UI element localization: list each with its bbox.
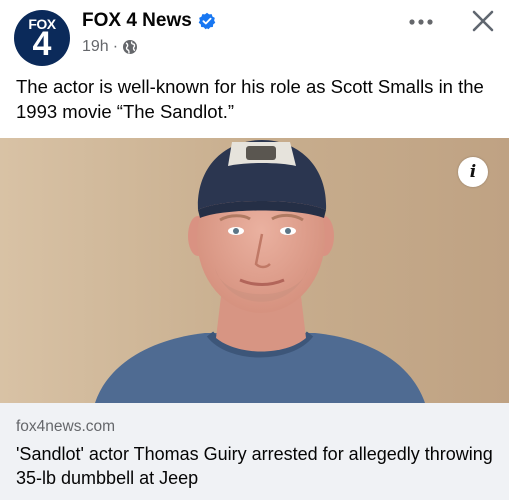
- more-options-button[interactable]: [403, 8, 439, 36]
- verified-badge-icon: [198, 12, 216, 30]
- info-button[interactable]: i: [458, 157, 488, 187]
- page-name-row: FOX 4 News: [82, 10, 216, 32]
- link-preview[interactable]: fox4news.com 'Sandlot' actor Thomas Guir…: [0, 403, 509, 500]
- post-header: FOX 4 FOX 4 News 19h ·: [0, 0, 509, 70]
- avatar-logo-number: 4: [32, 25, 52, 63]
- post-time[interactable]: 19h: [82, 38, 109, 56]
- close-button[interactable]: [466, 4, 500, 38]
- post-photo[interactable]: [0, 138, 509, 403]
- link-domain: fox4news.com: [16, 418, 116, 435]
- meta-separator: ·: [112, 38, 119, 55]
- info-icon: i: [469, 162, 477, 182]
- page-avatar[interactable]: FOX 4: [14, 10, 70, 66]
- post-meta: 19h ·: [82, 38, 138, 56]
- photo-image: [0, 138, 509, 403]
- link-headline: 'Sandlot' actor Thomas Guiry arrested fo…: [16, 444, 493, 488]
- globe-icon: [123, 40, 138, 54]
- post-caption: The actor is well-known for his role as …: [16, 76, 484, 122]
- close-icon: [472, 10, 494, 32]
- more-options-icon: [409, 19, 433, 25]
- page-name[interactable]: FOX 4 News: [82, 10, 192, 32]
